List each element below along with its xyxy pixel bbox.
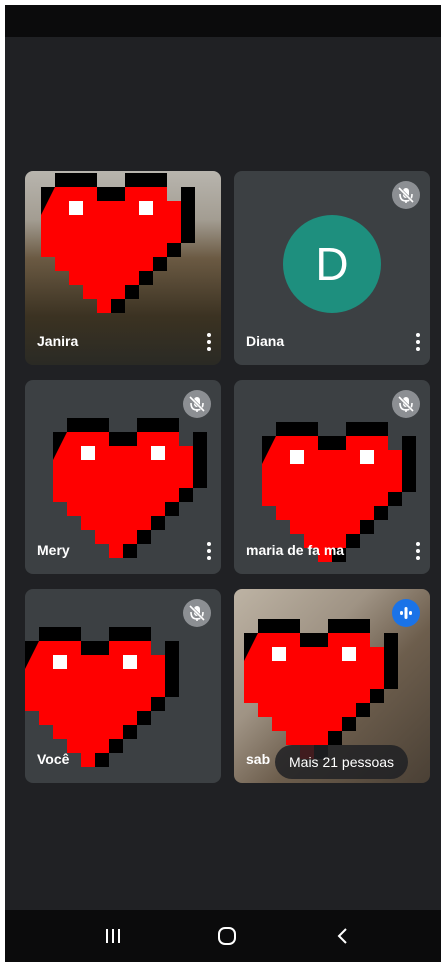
heart-censor-icon (41, 173, 195, 313)
participant-name: maria de fa ma (246, 542, 345, 558)
more-people-chip[interactable]: Mais 21 pessoas (275, 745, 409, 779)
recent-apps-icon[interactable] (101, 924, 125, 948)
heart-censor-icon (53, 418, 207, 558)
participant-name: Janira (37, 333, 79, 349)
more-options-icon[interactable] (207, 333, 211, 351)
home-icon[interactable] (215, 924, 239, 948)
meeting-screen: Janira D Diana Mery maria de fa ma Você … (5, 5, 441, 962)
participant-name: Mery (37, 542, 70, 558)
heart-censor-icon (262, 422, 416, 562)
mic-off-icon (183, 390, 211, 418)
participant-name: Você (37, 751, 70, 767)
status-bar (5, 5, 441, 37)
system-nav-bar (5, 910, 441, 962)
participant-tile-mery[interactable]: Mery (25, 380, 221, 574)
mic-off-icon (183, 599, 211, 627)
avatar: D (283, 215, 381, 313)
heart-censor-icon (244, 619, 398, 759)
mic-off-icon (392, 390, 420, 418)
participant-tile-janira[interactable]: Janira (25, 171, 221, 365)
participant-name: Diana (246, 333, 285, 349)
more-options-icon[interactable] (416, 542, 420, 560)
participant-tile-self[interactable]: Você (25, 589, 221, 783)
mic-off-icon (392, 181, 420, 209)
more-options-icon[interactable] (207, 542, 211, 560)
back-icon[interactable] (331, 924, 355, 948)
participant-tile-maria[interactable]: maria de fa ma (234, 380, 430, 574)
participant-name: sab (246, 751, 271, 767)
more-options-icon[interactable] (416, 333, 420, 351)
heart-censor-icon (25, 627, 179, 767)
participant-tile-diana[interactable]: D Diana (234, 171, 430, 365)
